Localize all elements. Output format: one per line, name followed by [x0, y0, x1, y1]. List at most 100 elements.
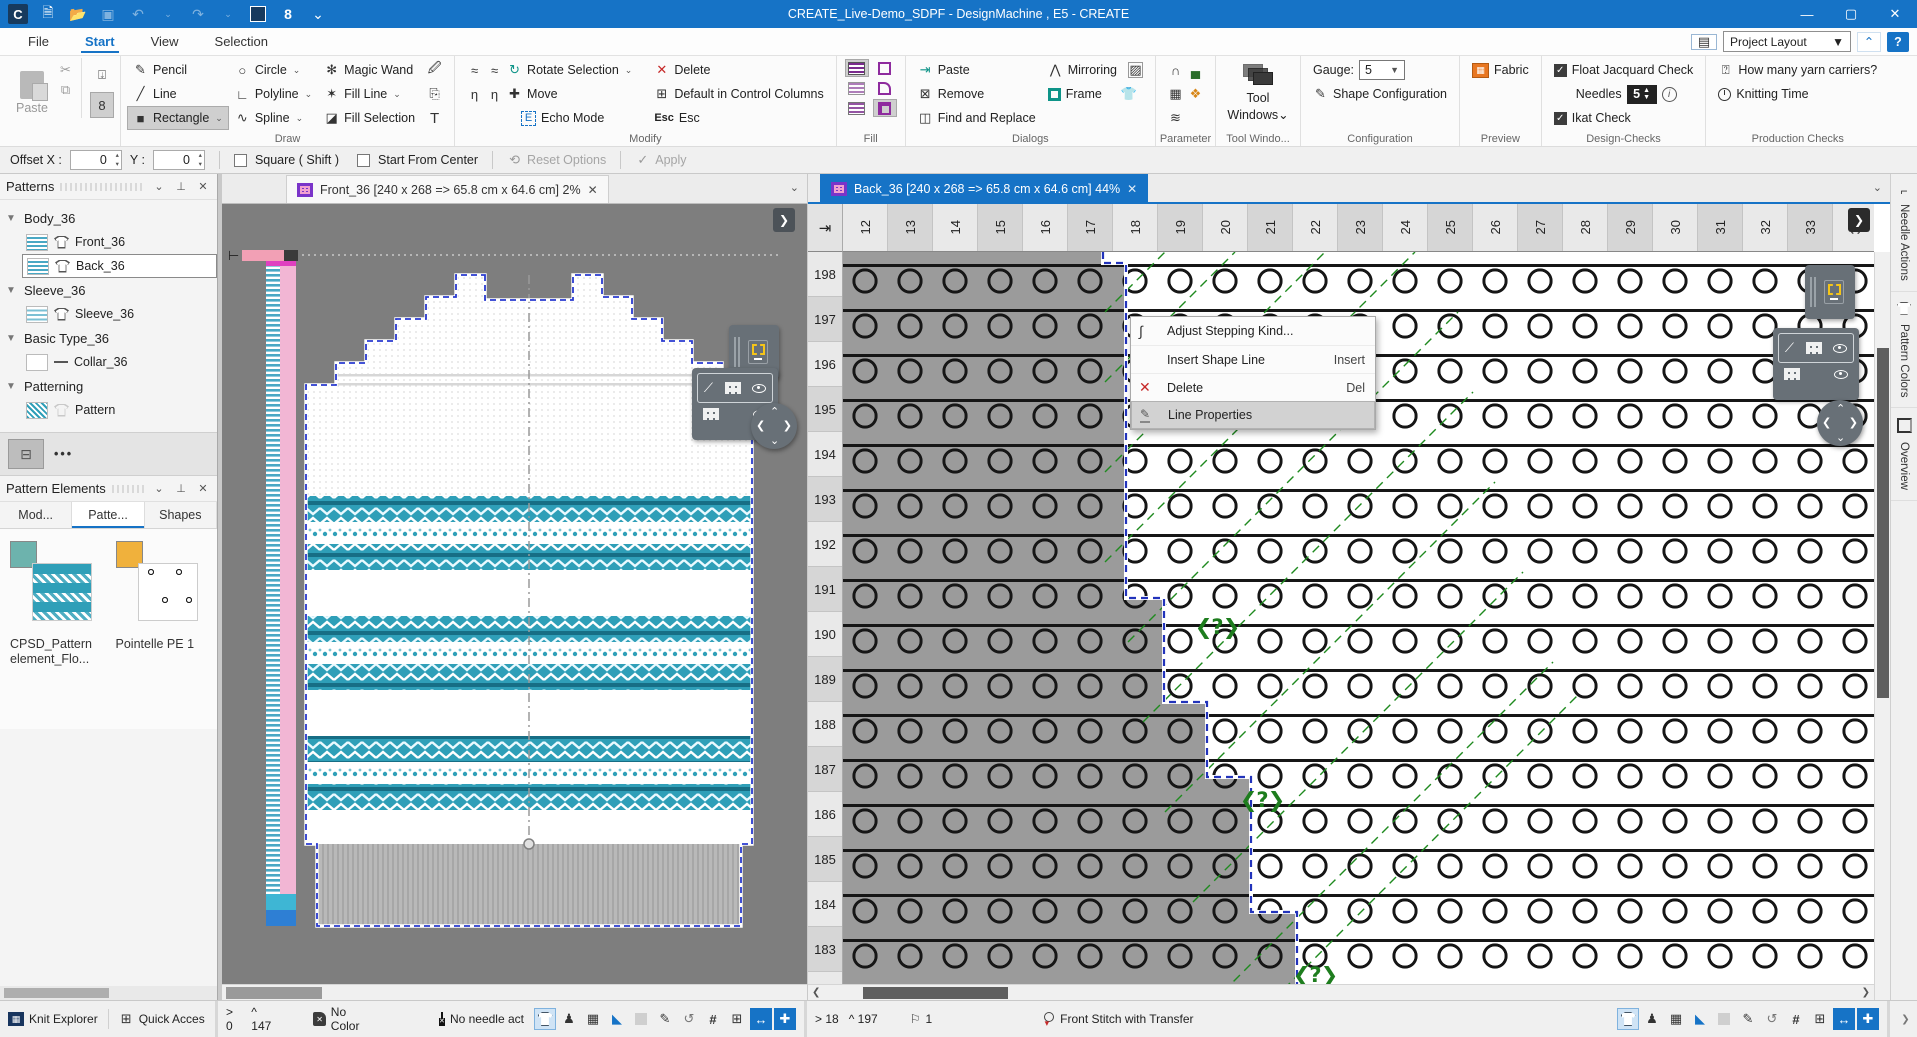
visibility-eye-icon[interactable] — [752, 384, 766, 393]
ribbon-tab[interactable]: File — [10, 28, 67, 55]
rotate-selection-button[interactable]: Rotate Selection⌄ — [461, 58, 638, 82]
mirroring-button[interactable]: Mirroring — [1042, 58, 1149, 82]
caret-down-icon[interactable]: ▼ — [6, 213, 18, 224]
view-toolbar-button[interactable] — [654, 1008, 676, 1030]
copy-button[interactable] — [58, 82, 73, 98]
caret-down-icon[interactable]: ▼ — [6, 381, 18, 392]
status-expand-icon[interactable] — [1898, 1011, 1913, 1027]
panel-pin-icon[interactable]: ⊥ — [173, 180, 189, 193]
start-from-center-checkbox[interactable] — [357, 154, 370, 167]
polyline-tool[interactable]: Polyline⌄ — [229, 82, 318, 106]
pattern-elements-tab[interactable]: Patte... — [72, 502, 144, 528]
back-hscroll-thumb[interactable] — [863, 987, 1008, 999]
view-toolbar-button[interactable] — [1641, 1008, 1663, 1030]
ribbon-tab[interactable]: Start — [67, 28, 133, 55]
fill-fabric-alt-button[interactable] — [845, 99, 869, 117]
back-document-tab[interactable]: Back_36 [240 x 268 => 65.8 cm x 64.6 cm]… — [820, 174, 1148, 202]
view-toolbar-button[interactable] — [1617, 1008, 1639, 1030]
column-header-cell[interactable]: 33 — [1788, 204, 1833, 251]
garment-box-icon[interactable] — [1121, 86, 1137, 102]
column-header-cell[interactable]: 20 — [1203, 204, 1248, 251]
row-header-cell[interactable]: 187 — [808, 747, 842, 792]
view-toolbar-button[interactable] — [582, 1008, 604, 1030]
view-toolbar-button[interactable] — [1857, 1008, 1879, 1030]
circle-tool[interactable]: Circle⌄ — [229, 58, 318, 82]
frame-button[interactable]: Frame — [1042, 82, 1149, 106]
caret-down-icon[interactable]: ▼ — [6, 333, 18, 344]
square-checkbox[interactable] — [234, 154, 247, 167]
collapse-ribbon-button[interactable]: ⌃ — [1857, 32, 1881, 52]
column-header-cell[interactable]: 32 — [1743, 204, 1788, 251]
yarn-tool-button[interactable] — [278, 5, 298, 23]
spray-tool[interactable] — [421, 58, 448, 82]
ruler-corner-icon[interactable] — [226, 248, 241, 264]
tree-item-sleeve36[interactable]: Sleeve_36 — [22, 302, 217, 326]
panel-close-icon[interactable]: ✕ — [195, 180, 211, 193]
column-header-cell[interactable]: 31 — [1698, 204, 1743, 251]
rectangle-tool[interactable]: Rectangle⌄ — [127, 106, 229, 130]
pan-left-icon[interactable]: ❮ — [756, 419, 765, 432]
cut-button[interactable] — [58, 62, 73, 78]
column-header-cell[interactable]: 21 — [1248, 204, 1293, 251]
redo-dropdown-icon[interactable] — [218, 5, 238, 23]
view-toolbar-button[interactable] — [1785, 1008, 1807, 1030]
view-toolbar-button[interactable] — [678, 1008, 700, 1030]
shape-line-icon[interactable]: ⟋ — [1785, 340, 1794, 356]
info-icon[interactable]: i — [1662, 87, 1677, 102]
column-header-cell[interactable]: 14 — [933, 204, 978, 251]
context-menu-item[interactable]: Insert Shape Line Insert — [1131, 345, 1375, 373]
pan-down-icon[interactable]: ⌄ — [1836, 431, 1845, 444]
panel-grip[interactable] — [112, 485, 145, 493]
row-header-cell[interactable]: 189 — [808, 657, 842, 702]
grid-view-icon[interactable] — [725, 382, 741, 394]
selection-frame-icon[interactable] — [1824, 280, 1844, 304]
view-toolbar-button[interactable] — [1833, 1008, 1855, 1030]
back-navigation-pad[interactable]: ⌃ ⌄ ❮ ❯ — [1817, 400, 1863, 446]
pan-up-icon[interactable]: ⌃ — [770, 405, 779, 418]
row-header-cell[interactable]: 183 — [808, 927, 842, 972]
row-header-cell[interactable]: 193 — [808, 477, 842, 522]
view-toolbar-button[interactable] — [726, 1008, 748, 1030]
dock-scrollbar-thumb[interactable] — [4, 988, 109, 998]
view-toolbar-button[interactable] — [750, 1008, 772, 1030]
view-toolbar-button[interactable] — [558, 1008, 580, 1030]
view-toolbar-button[interactable] — [702, 1008, 724, 1030]
fill-shape-curl-button[interactable] — [873, 79, 897, 97]
row-header-cell[interactable]: 194 — [808, 432, 842, 477]
right-dock-tab[interactable]: Pattern Colors — [1891, 292, 1917, 409]
column-header-cell[interactable]: 24 — [1383, 204, 1428, 251]
tool-windows-button[interactable]: Tool Windows⌄ — [1222, 58, 1294, 128]
pan-left-icon[interactable]: ❮ — [1822, 416, 1831, 429]
gauge-select[interactable]: 5▼ — [1359, 60, 1405, 80]
echo-mode-button[interactable]: Echo Mode — [515, 106, 638, 130]
view-toolbar-button[interactable] — [774, 1008, 796, 1030]
table-parameter-button[interactable] — [1162, 82, 1209, 106]
help-button[interactable]: ? — [1887, 32, 1909, 52]
undo-button[interactable] — [128, 5, 148, 23]
panel-chevron-icon[interactable]: ⌄ — [151, 180, 167, 193]
scroll-left-icon[interactable]: ❮ — [812, 987, 820, 998]
ribbon-tab[interactable]: Selection — [197, 28, 286, 55]
undo-dropdown-icon[interactable] — [158, 5, 178, 23]
tab-list-chevron-icon[interactable]: ⌄ — [1873, 181, 1882, 194]
ribbon-tab[interactable]: View — [133, 28, 197, 55]
back-vscroll-thumb[interactable] — [1877, 348, 1889, 698]
offset-y-input[interactable]: 0 — [153, 150, 205, 170]
tree-item-back36[interactable]: Back_36 — [22, 254, 217, 278]
copy-shape-tool[interactable] — [421, 82, 448, 106]
view-toolbar-button[interactable] — [630, 1008, 652, 1030]
dialogs-paste-button[interactable]: Paste — [912, 58, 1042, 82]
caret-down-icon[interactable]: ▼ — [6, 285, 18, 296]
drag-grip-icon[interactable] — [734, 337, 742, 367]
view-toolbar-button[interactable] — [534, 1008, 556, 1030]
selection-frame-icon[interactable] — [748, 340, 768, 364]
minimize-button[interactable]: — — [1785, 0, 1829, 28]
fill-line-tool[interactable]: Fill Line⌄ — [318, 82, 421, 106]
column-header-cell[interactable]: 19 — [1158, 204, 1203, 251]
loop-select-tool[interactable] — [90, 92, 114, 118]
more-options-button[interactable]: ••• — [54, 447, 73, 461]
column-header-cell[interactable]: 29 — [1608, 204, 1653, 251]
pan-down-icon[interactable]: ⌄ — [770, 434, 779, 447]
back-expander-button[interactable]: ❯ — [1848, 208, 1870, 232]
front-needle-indicator[interactable]: No needle act — [439, 1012, 524, 1027]
